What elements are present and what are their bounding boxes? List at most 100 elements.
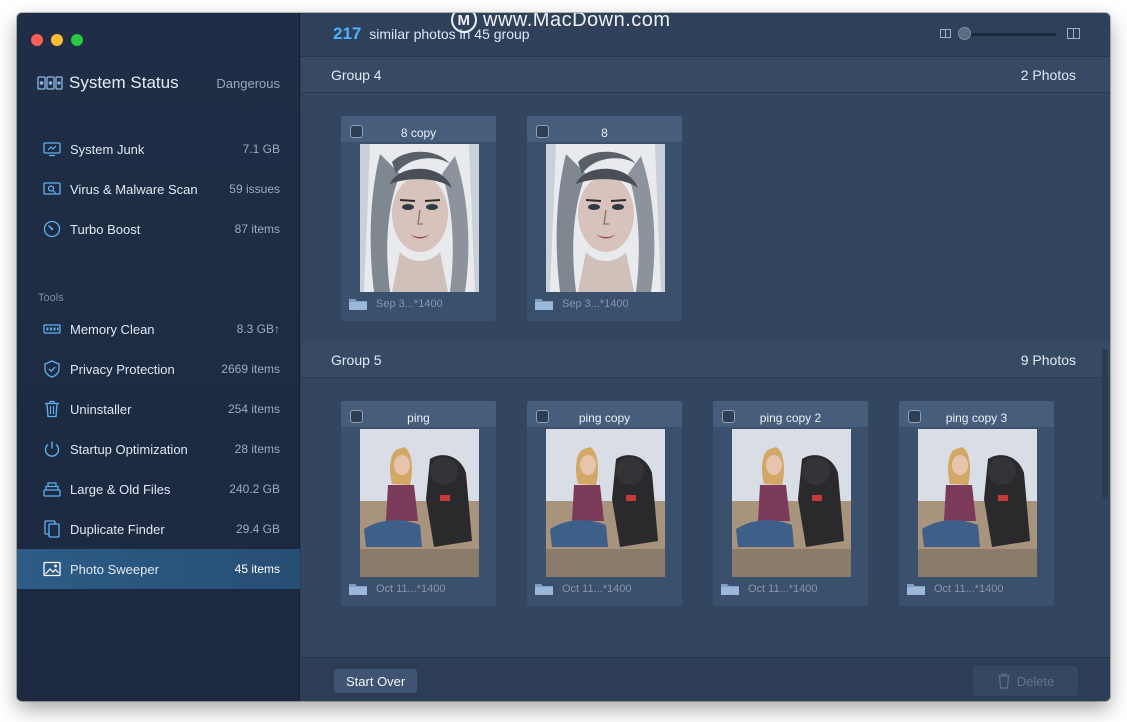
photo-name: ping copy 2 [759,411,822,425]
sidebar-item-value: 7.1 GB [242,142,280,156]
photo-thumbnail[interactable] [546,429,665,577]
sidebar-item-photo-sweeper[interactable]: Photo Sweeper 45 items [17,549,300,589]
photo-meta-text: Oct 11...*1400 [748,583,818,595]
photo-name: 8 [601,126,608,140]
photo-name: ping [407,411,430,425]
photo-meta-text: Oct 11...*1400 [934,583,1004,595]
small-thumbnails-icon[interactable] [940,29,951,38]
system-status-state: Dangerous [216,75,280,91]
speedometer-icon [43,220,61,238]
system-status-icon [37,76,63,90]
virus-scan-icon [43,180,61,198]
duplicate-icon [43,520,61,538]
start-over-button[interactable]: Start Over [334,669,418,693]
folder-icon[interactable] [534,582,554,596]
folder-icon[interactable] [534,297,554,311]
folder-icon[interactable] [348,582,368,596]
photo-card[interactable]: 8 Sep 3...*1400 [527,116,682,321]
trash-icon [997,673,1010,689]
slider-knob[interactable] [958,27,971,40]
folder-icon[interactable] [906,582,926,596]
sidebar-item-value: 29.4 GB [235,522,280,536]
sidebar-item-value: 240.2 GB [229,482,280,496]
watermark-logo: M [451,13,477,33]
delete-button-label: Delete [1016,673,1055,689]
folder-icon[interactable] [348,297,368,311]
group-title: Group 4 [331,66,382,83]
action-bar: Start Over Delete [301,657,1110,701]
large-thumbnails-icon[interactable] [1067,28,1080,39]
sidebar-item-value: 59 issues [229,182,280,196]
tools-section-heading: Tools [38,292,64,304]
photo-thumbnail[interactable] [546,144,665,292]
photo-meta: Sep 3...*1400 [348,297,443,311]
window-controls [31,34,83,46]
delete-button[interactable]: Delete [973,666,1078,696]
photo-meta-text: Oct 11...*1400 [376,583,446,595]
photo-card[interactable]: ping copy Oct 11...*1400 [527,401,682,606]
photo-thumbnail[interactable] [732,429,851,577]
results-header: 217 similar photos in 45 group M www.Mac… [301,13,1110,57]
photo-thumbnail[interactable] [360,429,479,577]
slider-track[interactable] [960,33,1056,36]
power-icon [43,440,61,458]
photo-meta: Oct 11...*1400 [720,582,818,596]
shield-icon [43,360,61,378]
sidebar-item-label: Duplicate Finder [70,521,165,537]
photo-card[interactable]: ping Oct 11...*1400 [341,401,496,606]
photo-card[interactable]: ping copy 3 Oct 11...*1400 [899,401,1054,606]
sidebar-item-memory-clean[interactable]: Memory Clean 8.3 GB↑ [17,309,300,349]
group-header: Group 5 9 Photos [301,342,1110,378]
sidebar-item-label: Virus & Malware Scan [70,181,198,197]
minimize-window-button[interactable] [51,34,63,46]
sidebar-item-label: Startup Optimization [70,441,188,457]
sidebar-item-value: 28 items [234,442,280,456]
folder-icon[interactable] [720,582,740,596]
photo-meta-text: Oct 11...*1400 [562,583,632,595]
stack-icon [43,480,61,498]
photo-icon [43,560,61,578]
sidebar-item-value: 8.3 GB↑ [236,322,280,336]
sidebar-item-system-junk[interactable]: System Junk 7.1 GB [17,129,300,169]
photo-name: ping copy [578,411,631,425]
group-title: Group 5 [331,351,382,368]
thumbnail-size-slider[interactable] [940,27,1080,41]
sidebar-item-value: 87 items [234,222,280,236]
sidebar-item-label: Privacy Protection [70,361,175,377]
photo-meta: Oct 11...*1400 [906,582,1004,596]
sidebar-item-label: Large & Old Files [70,481,171,497]
sidebar: System Status Dangerous System Junk 7.1 … [17,13,300,701]
watermark: M www.MacDown.com [451,13,671,33]
photo-meta: Oct 11...*1400 [348,582,446,596]
sidebar-item-privacy-protection[interactable]: Privacy Protection 2669 items [17,349,300,389]
close-window-button[interactable] [31,34,43,46]
sidebar-item-label: Memory Clean [70,321,155,337]
watermark-text: www.MacDown.com [483,13,671,31]
sidebar-item-large-old-files[interactable]: Large & Old Files 240.2 GB [17,469,300,509]
photo-name: ping copy 3 [945,411,1008,425]
app-window: System Status Dangerous System Junk 7.1 … [17,13,1110,701]
photo-name: 8 copy [400,126,437,140]
photo-thumbnail[interactable] [918,429,1037,577]
photo-card[interactable]: ping copy 2 Oct 11...*1400 [713,401,868,606]
sidebar-item-uninstaller[interactable]: Uninstaller 254 items [17,389,300,429]
sidebar-item-label: Uninstaller [70,401,132,417]
monitor-icon [43,140,61,158]
photo-thumbnail[interactable] [360,144,479,292]
system-status-row[interactable]: System Status Dangerous [37,71,280,95]
sidebar-item-turbo-boost[interactable]: Turbo Boost 87 items [17,209,300,249]
maximize-window-button[interactable] [71,34,83,46]
memory-chip-icon [43,320,61,338]
sidebar-item-startup-optimization[interactable]: Startup Optimization 28 items [17,429,300,469]
results-scrollbar[interactable] [1102,349,1108,499]
photo-card[interactable]: 8 copy Sep 3...*1400 [341,116,496,321]
similar-photo-count: 217 [333,24,362,43]
sidebar-item-duplicate-finder[interactable]: Duplicate Finder 29.4 GB [17,509,300,549]
sidebar-item-label: Photo Sweeper [70,561,159,577]
group-photo-count: 2 Photos [1020,66,1076,83]
trash-icon [43,400,61,418]
photo-meta-text: Sep 3...*1400 [376,298,443,310]
photo-meta-text: Sep 3...*1400 [562,298,629,310]
group-photo-count: 9 Photos [1020,351,1076,368]
sidebar-item-virus-scan[interactable]: Virus & Malware Scan 59 issues [17,169,300,209]
